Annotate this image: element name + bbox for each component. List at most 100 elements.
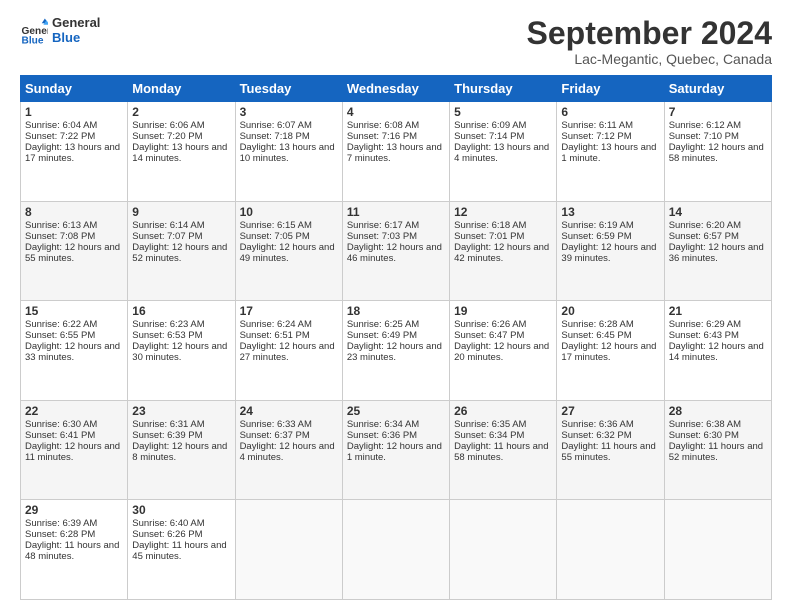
day-info: Daylight: 12 hours and 42 minutes. [454,242,552,264]
day-number: 19 [454,304,552,318]
calendar-cell: 16Sunrise: 6:23 AMSunset: 6:53 PMDayligh… [128,301,235,401]
location-subtitle: Lac-Megantic, Quebec, Canada [527,51,772,67]
day-info: Sunrise: 6:07 AM [240,120,338,131]
day-info: Sunset: 6:36 PM [347,430,445,441]
day-info: Sunrise: 6:09 AM [454,120,552,131]
day-info: Sunrise: 6:23 AM [132,319,230,330]
day-number: 14 [669,205,767,219]
day-info: Daylight: 11 hours and 48 minutes. [25,540,123,562]
calendar-cell: 4Sunrise: 6:08 AMSunset: 7:16 PMDaylight… [342,102,449,202]
day-number: 18 [347,304,445,318]
day-info: Sunrise: 6:18 AM [454,220,552,231]
day-info: Sunrise: 6:08 AM [347,120,445,131]
day-info: Sunset: 7:18 PM [240,131,338,142]
calendar-week-row: 8Sunrise: 6:13 AMSunset: 7:08 PM Daylight… [21,201,772,301]
day-number: 22 [25,404,123,418]
day-info: Daylight: 12 hours and 58 minutes. [669,142,767,164]
day-info: Sunset: 6:49 PM [347,330,445,341]
day-info: Sunrise: 6:31 AM [132,419,230,430]
day-info: Sunset: 6:39 PM [132,430,230,441]
day-info: Sunrise: 6:24 AM [240,319,338,330]
day-info: Daylight: 12 hours and 11 minutes. [25,441,123,463]
day-info: Sunset: 6:30 PM [669,430,767,441]
day-number: 23 [132,404,230,418]
weekday-header-monday: Monday [128,76,235,102]
weekday-header-tuesday: Tuesday [235,76,342,102]
day-number: 16 [132,304,230,318]
day-info: Sunset: 7:05 PM [240,231,338,242]
calendar-cell: 6Sunrise: 6:11 AMSunset: 7:12 PMDaylight… [557,102,664,202]
day-info: Daylight: 13 hours and 10 minutes. [240,142,338,164]
calendar-cell: 17Sunrise: 6:24 AMSunset: 6:51 PMDayligh… [235,301,342,401]
day-info: Sunrise: 6:26 AM [454,319,552,330]
calendar-cell: 9Sunrise: 6:14 AMSunset: 7:07 PMDaylight… [128,201,235,301]
day-info: Daylight: 12 hours and 20 minutes. [454,341,552,363]
day-number: 24 [240,404,338,418]
day-info: Daylight: 13 hours and 14 minutes. [132,142,230,164]
weekday-header-sunday: Sunday [21,76,128,102]
day-info: Sunset: 7:16 PM [347,131,445,142]
day-info: Sunrise: 6:30 AM [25,419,123,430]
calendar-cell: 27Sunrise: 6:36 AMSunset: 6:32 PMDayligh… [557,400,664,500]
day-info: Sunset: 6:57 PM [669,231,767,242]
calendar-header-row: SundayMondayTuesdayWednesdayThursdayFrid… [21,76,772,102]
calendar-cell [235,500,342,600]
calendar-cell: 11Sunrise: 6:17 AMSunset: 7:03 PMDayligh… [342,201,449,301]
day-info: Sunrise: 6:14 AM [132,220,230,231]
day-info: Sunset: 6:34 PM [454,430,552,441]
day-info: Sunset: 6:43 PM [669,330,767,341]
day-number: 21 [669,304,767,318]
day-info: Sunrise: 6:12 AM [669,120,767,131]
day-number: 20 [561,304,659,318]
day-info: Daylight: 13 hours and 4 minutes. [454,142,552,164]
day-info: Sunset: 7:03 PM [347,231,445,242]
calendar-cell: 29Sunrise: 6:39 AMSunset: 6:28 PMDayligh… [21,500,128,600]
day-info: Sunset: 6:28 PM [25,529,123,540]
day-info: Sunrise: 6:20 AM [669,220,767,231]
day-info: Daylight: 12 hours and 33 minutes. [25,341,123,363]
day-info: Daylight: 12 hours and 27 minutes. [240,341,338,363]
calendar-cell: 28Sunrise: 6:38 AMSunset: 6:30 PMDayligh… [664,400,771,500]
day-info: Sunrise: 6:36 AM [561,419,659,430]
day-info: Sunset: 7:01 PM [454,231,552,242]
day-info: Daylight: 12 hours and 46 minutes. [347,242,445,264]
calendar-cell: 1Sunrise: 6:04 AMSunset: 7:22 PMDaylight… [21,102,128,202]
day-info: Sunset: 7:12 PM [561,131,659,142]
day-number: 2 [132,105,230,119]
day-info: Sunset: 6:45 PM [561,330,659,341]
calendar-cell: 15Sunrise: 6:22 AMSunset: 6:55 PMDayligh… [21,301,128,401]
day-number: 1 [25,105,123,119]
calendar-cell: 10Sunrise: 6:15 AMSunset: 7:05 PMDayligh… [235,201,342,301]
calendar-week-row: 22Sunrise: 6:30 AMSunset: 6:41 PMDayligh… [21,400,772,500]
day-number: 15 [25,304,123,318]
calendar-cell: 30Sunrise: 6:40 AMSunset: 6:26 PMDayligh… [128,500,235,600]
day-number: 4 [347,105,445,119]
day-info: Sunset: 7:14 PM [454,131,552,142]
day-number: 30 [132,503,230,517]
day-info: Sunrise: 6:15 AM [240,220,338,231]
logo: General Blue General Blue [20,16,100,46]
calendar-cell: 12Sunrise: 6:18 AMSunset: 7:01 PMDayligh… [450,201,557,301]
day-info: Sunset: 7:22 PM [25,131,123,142]
day-info: Daylight: 13 hours and 7 minutes. [347,142,445,164]
day-info: Daylight: 12 hours and 17 minutes. [561,341,659,363]
header: General Blue General Blue September 2024… [20,16,772,67]
day-info: Sunset: 6:47 PM [454,330,552,341]
calendar-cell: 13Sunrise: 6:19 AMSunset: 6:59 PMDayligh… [557,201,664,301]
day-number: 8 [25,205,123,219]
calendar-cell: 14Sunrise: 6:20 AMSunset: 6:57 PMDayligh… [664,201,771,301]
day-info: Sunset: 6:51 PM [240,330,338,341]
day-info: Sunrise: 6:34 AM [347,419,445,430]
day-number: 29 [25,503,123,517]
calendar-cell [342,500,449,600]
day-info: Sunset: 6:55 PM [25,330,123,341]
day-number: 10 [240,205,338,219]
svg-text:Blue: Blue [22,35,44,45]
weekday-header-thursday: Thursday [450,76,557,102]
calendar-table: SundayMondayTuesdayWednesdayThursdayFrid… [20,75,772,600]
calendar-cell: 19Sunrise: 6:26 AMSunset: 6:47 PMDayligh… [450,301,557,401]
day-info: Sunset: 7:08 PM [25,231,123,242]
day-info: Daylight: 12 hours and 52 minutes. [132,242,230,264]
day-info: Sunrise: 6:13 AM [25,220,123,231]
day-info: Daylight: 12 hours and 39 minutes. [561,242,659,264]
